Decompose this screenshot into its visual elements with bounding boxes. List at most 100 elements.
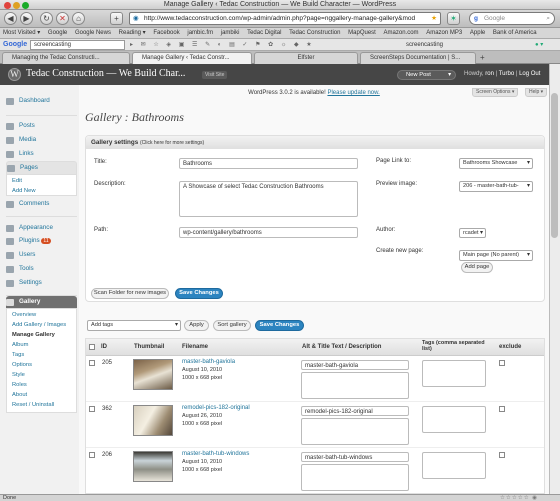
bookmark-amazon-mp3[interactable]: Amazon MP3 <box>426 30 462 36</box>
toolbar-buttons-icon[interactable]: ▸ ✉ ☆ ◈ ▣ ☰ ✎ ◐ ▤ ✓ ⚑ ✿ ☼ ◆ ★ <box>130 39 315 50</box>
menu-appearance[interactable]: Appearance <box>6 222 77 234</box>
menu-users[interactable]: Users <box>6 249 77 261</box>
thumbnail-image[interactable] <box>133 451 173 482</box>
tab-elfster[interactable]: Elfster <box>254 52 358 64</box>
row-filename-link[interactable]: master-bath-tub-windows <box>182 451 249 457</box>
bookmark-reading[interactable]: Reading ▾ <box>119 30 146 36</box>
submenu-album[interactable]: Album <box>12 340 28 350</box>
row-description-textarea[interactable] <box>301 418 409 445</box>
col-alt-title[interactable]: Alt & Title Text / Description <box>302 344 381 350</box>
row-alt-input[interactable]: master-bath-gaviola <box>301 360 409 370</box>
row-tags-textarea[interactable] <box>422 452 486 479</box>
sort-gallery-button[interactable]: Sort gallery <box>213 320 251 331</box>
menu-comments[interactable]: Comments <box>6 198 77 210</box>
stop-icon[interactable]: ✕ <box>56 12 69 25</box>
logout-link[interactable]: Log Out <box>519 71 540 77</box>
toolbar-settings-icon[interactable]: ● ▾ <box>535 39 543 50</box>
home-icon[interactable]: ⌂ <box>72 12 85 25</box>
thumbnail-image[interactable] <box>133 405 173 436</box>
submenu-options[interactable]: Options <box>12 360 32 370</box>
star-icon[interactable]: ★ <box>431 13 437 24</box>
apply-button[interactable]: Apply <box>184 320 209 331</box>
menu-dashboard[interactable]: Dashboard <box>6 95 77 107</box>
row-description-textarea[interactable] <box>301 372 409 399</box>
row-description-textarea[interactable] <box>301 464 409 491</box>
gallery-settings-header[interactable]: Gallery settings (Click here for more se… <box>86 136 544 149</box>
menu-pages[interactable]: Pages <box>6 161 77 175</box>
row-exclude-checkbox[interactable] <box>499 360 505 366</box>
bookmark-mapquest[interactable]: MapQuest <box>348 30 376 36</box>
forward-icon[interactable]: ▶ <box>20 12 33 25</box>
bookmark-jambiki[interactable]: jambiki <box>221 30 240 36</box>
path-input[interactable]: wp-content/gallery/bathrooms <box>179 227 358 238</box>
thumbnail-image[interactable] <box>133 359 173 390</box>
bookmark-google[interactable]: Google <box>48 30 67 36</box>
bookmark-amazon[interactable]: Amazon.com <box>384 30 419 36</box>
select-all-checkbox[interactable] <box>89 344 95 350</box>
bookmark-jambic[interactable]: jambic.fm <box>187 30 213 36</box>
more-settings-hint[interactable]: (Click here for more settings) <box>140 140 204 146</box>
scan-folder-button[interactable]: Scan Folder for new images <box>91 288 169 299</box>
save-changes-button-2[interactable]: Save Changes <box>255 320 304 331</box>
tab-manage-gallery[interactable]: Manage Gallery ‹ Tedac Constr... <box>132 52 252 64</box>
row-tags-textarea[interactable] <box>422 360 486 387</box>
scrollbar-thumb[interactable] <box>551 93 558 238</box>
bulk-action-select[interactable]: Add tags <box>87 320 181 331</box>
preview-image-select[interactable]: 206 - master-bath-tub- <box>459 181 533 192</box>
submenu-overview[interactable]: Overview <box>12 310 36 320</box>
add-page-button[interactable]: Add page <box>461 262 493 273</box>
feed-icon[interactable]: ✶ <box>447 12 460 25</box>
back-icon[interactable]: ◀ <box>4 12 17 25</box>
row-alt-input[interactable]: remodel-pics-182-original <box>301 406 409 416</box>
submenu-pages-add-new[interactable]: Add New <box>12 186 36 196</box>
submenu-add-gallery[interactable]: Add Gallery / Images <box>12 320 66 330</box>
menu-settings[interactable]: Settings <box>6 277 77 289</box>
new-post-button[interactable]: New Post ▾ <box>397 70 456 80</box>
site-title[interactable]: Tedac Construction — We Build Char... <box>26 68 185 79</box>
toolbar-query-term[interactable]: screencasting <box>406 39 443 50</box>
title-input[interactable]: Bathrooms <box>179 158 358 169</box>
row-checkbox[interactable] <box>89 360 95 366</box>
submenu-about[interactable]: About <box>12 390 27 400</box>
reload-icon[interactable]: ↻ <box>40 12 53 25</box>
row-exclude-checkbox[interactable] <box>499 452 505 458</box>
bookmark-tedac-digital[interactable]: Tedac Digital <box>247 30 281 36</box>
google-toolbar-search-input[interactable]: screencasting <box>30 40 125 50</box>
addon-status-icons[interactable]: ☆☆☆☆☆ ◉ <box>500 495 538 501</box>
create-page-select[interactable]: Main page (No parent) <box>459 250 533 261</box>
save-changes-button[interactable]: Save Changes <box>175 288 223 299</box>
wordpress-logo-icon[interactable]: W <box>8 68 21 81</box>
bookmark-most-visited[interactable]: Most Visited ▾ <box>3 30 40 36</box>
description-textarea[interactable]: A Showcase of select Tedac Construction … <box>179 181 358 217</box>
author-select[interactable]: rcadet <box>459 228 486 238</box>
row-checkbox[interactable] <box>89 406 95 412</box>
menu-plugins[interactable]: Plugins 11 <box>6 235 77 247</box>
visit-site-button[interactable]: Visit Site <box>202 71 228 79</box>
menu-links[interactable]: Links <box>6 148 77 160</box>
page-link-select[interactable]: Bathrooms Showcase <box>459 158 533 169</box>
row-alt-input[interactable]: master-bath-tub-windows <box>301 452 409 462</box>
bookmark-facebook[interactable]: Facebook <box>153 30 179 36</box>
search-input[interactable]: g Google ⌕ <box>469 12 555 25</box>
tab-screensteps[interactable]: ScreenSteps Documentation | S... <box>360 52 476 64</box>
submenu-roles[interactable]: Roles <box>12 380 27 390</box>
row-checkbox[interactable] <box>89 452 95 458</box>
menu-tools[interactable]: Tools <box>6 263 77 275</box>
turbo-link[interactable]: Turbo <box>499 71 514 77</box>
search-icon[interactable]: ⌕ <box>546 13 550 24</box>
update-now-link[interactable]: Please update now. <box>327 90 379 96</box>
bookmark-google-news[interactable]: Google News <box>75 30 111 36</box>
menu-posts[interactable]: Posts <box>6 120 77 132</box>
row-filename-link[interactable]: master-bath-gaviola <box>182 359 235 365</box>
tab-managing-tedac[interactable]: Managing the Tedac Constructi... <box>2 52 130 64</box>
row-tags-textarea[interactable] <box>422 406 486 433</box>
bookmark-apple[interactable]: Apple <box>470 30 485 36</box>
new-tab-icon[interactable]: + <box>480 53 485 62</box>
col-filename[interactable]: Filename <box>182 344 208 350</box>
col-id[interactable]: ID <box>101 344 107 350</box>
submenu-manage-gallery[interactable]: Manage Gallery <box>12 330 55 340</box>
user-link[interactable]: ron <box>485 71 494 77</box>
add-bookmark-icon[interactable]: + <box>110 12 123 25</box>
close-window-icon[interactable] <box>4 2 11 9</box>
menu-gallery[interactable]: Gallery <box>6 296 77 308</box>
